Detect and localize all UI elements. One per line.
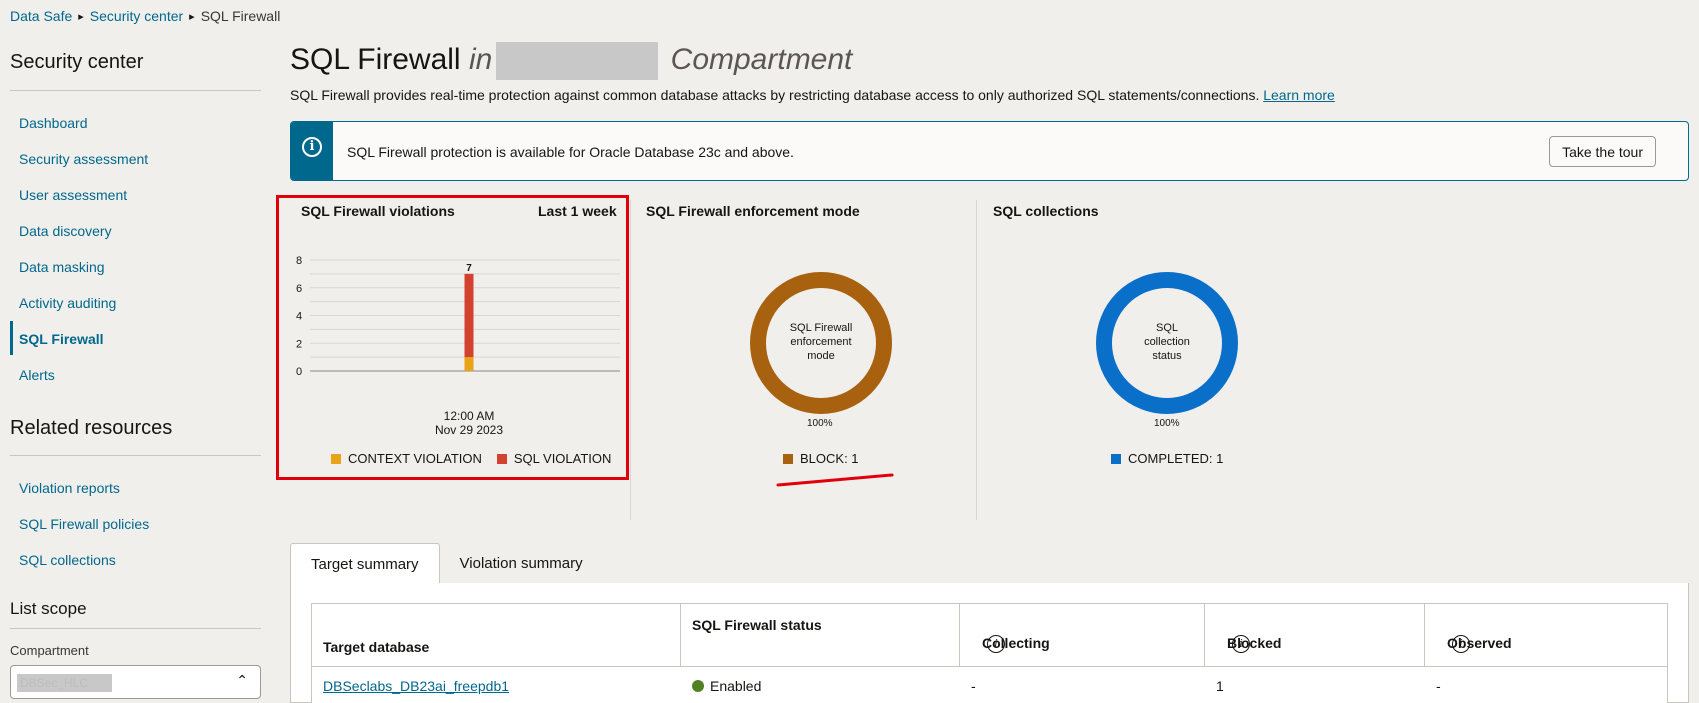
enforcement-donut: SQL Firewall enforcement mode [750, 272, 892, 414]
sidebar-item-sql-firewall[interactable]: SQL Firewall [19, 331, 104, 347]
y-tick-label: 2 [296, 338, 302, 350]
target-summary-table: Target database SQL Firewall status Coll… [311, 603, 1668, 703]
y-tick-label: 4 [296, 311, 302, 323]
y-tick-label: 0 [296, 366, 302, 378]
enforcement-percent: 100% [807, 418, 833, 429]
enforcement-center-line2: enforcement [790, 336, 851, 348]
context-violation-swatch [331, 453, 341, 464]
collections-legend: COMPLETED: 1 [1111, 451, 1223, 466]
legend-sql-violation: SQL VIOLATION [513, 451, 612, 466]
enforcement-widget-title: SQL Firewall enforcement mode [646, 203, 860, 219]
violations-widget-title: SQL Firewall violations [301, 203, 455, 219]
collections-center-line1: SQL [1156, 322, 1178, 334]
tab-violation-summary[interactable]: Violation summary [440, 543, 603, 583]
compartment-select-value: DBSec_HLC [17, 674, 112, 692]
info-icon[interactable]: i [1232, 635, 1250, 653]
list-scope-heading: List scope [10, 599, 87, 618]
header-divider [312, 666, 1667, 667]
column-header-blocked[interactable]: Blocked i [1205, 604, 1425, 666]
sidebar-item-sql-firewall-policies[interactable]: SQL Firewall policies [19, 516, 149, 532]
column-header-target-database[interactable]: Target database [312, 604, 681, 666]
redacted-compartment-name [496, 42, 659, 80]
sidebar-active-indicator [10, 321, 13, 355]
tab-target-summary[interactable]: Target summary [290, 543, 440, 583]
info-banner: i SQL Firewall protection is available f… [290, 121, 1689, 181]
sidebar-item-security-assessment[interactable]: Security assessment [19, 151, 148, 167]
legend-block: BLOCK: 1 [800, 451, 859, 466]
page-title-in: in [468, 42, 493, 76]
enforcement-legend: BLOCK: 1 [783, 451, 859, 466]
violations-chart: 7 0 2 4 6 8 12:00 AM Nov 29 2023 [296, 255, 620, 437]
completed-swatch [1111, 453, 1121, 464]
page-description-text: SQL Firewall provides real-time protecti… [290, 87, 1260, 103]
header-label: Target database [323, 639, 430, 655]
up-down-chevron-icon: ⌃ [236, 672, 248, 688]
sidebar-item-data-masking[interactable]: Data masking [19, 259, 105, 275]
target-database-link[interactable]: DBSeclabs_DB23ai_freepdb1 [323, 678, 509, 694]
collecting-value: - [971, 678, 976, 694]
legend-completed: COMPLETED: 1 [1128, 451, 1224, 466]
block-swatch [783, 453, 793, 464]
info-icon[interactable]: i [987, 635, 1005, 653]
collections-center-line3: status [1152, 350, 1182, 362]
info-icon: i [302, 137, 322, 157]
bar-segment-sql-violation[interactable] [464, 273, 474, 358]
blocked-value: 1 [1216, 678, 1224, 694]
page-title: SQL Firewall in Compartment [290, 42, 852, 80]
column-header-observed[interactable]: Observed i [1425, 604, 1668, 666]
info-banner-message: SQL Firewall protection is available for… [347, 144, 794, 160]
compartment-select[interactable]: DBSec_HLC ⌃ [10, 665, 261, 699]
collections-widget-title: SQL collections [993, 203, 1099, 219]
page-title-text: SQL Firewall [290, 42, 461, 76]
info-banner-strip: i [291, 122, 333, 180]
related-resources-heading: Related resources [10, 417, 173, 439]
bar-total-label: 7 [466, 263, 472, 274]
collections-percent: 100% [1154, 418, 1180, 429]
sidebar: Security center Dashboard Security asses… [0, 0, 262, 703]
page-description: SQL Firewall provides real-time protecti… [290, 87, 1335, 103]
sidebar-divider [10, 455, 261, 456]
sidebar-item-violation-reports[interactable]: Violation reports [19, 480, 120, 496]
sidebar-item-user-assessment[interactable]: User assessment [19, 187, 127, 203]
y-tick-label: 8 [296, 255, 302, 267]
y-tick-label: 6 [296, 283, 302, 295]
legend-context-violation: CONTEXT VIOLATION [348, 451, 482, 466]
bar-segment-context-violation[interactable] [464, 357, 474, 371]
sidebar-divider [10, 628, 261, 629]
sidebar-divider [10, 90, 261, 91]
page-title-compartment: Compartment [670, 42, 853, 76]
collections-center-line2: collection [1144, 336, 1190, 348]
x-axis-label-date: Nov 29 2023 [435, 423, 503, 437]
red-underline-annotation [776, 473, 894, 487]
violations-legend: CONTEXT VIOLATION SQL VIOLATION [331, 451, 611, 466]
learn-more-link[interactable]: Learn more [1263, 87, 1335, 103]
enforcement-center-line1: SQL Firewall [790, 322, 853, 334]
info-icon[interactable]: i [1452, 635, 1470, 653]
widget-divider [976, 200, 977, 520]
header-label: SQL Firewall status [692, 617, 822, 633]
enabled-status-dot-icon [692, 680, 704, 692]
widget-divider [630, 200, 631, 520]
status-value: Enabled [710, 678, 762, 694]
sql-violation-swatch [496, 453, 507, 464]
sidebar-heading: Security center [10, 51, 144, 73]
collections-donut: SQL collection status [1096, 272, 1238, 414]
column-header-sql-firewall-status[interactable]: SQL Firewall status [681, 604, 960, 666]
x-axis-label-time: 12:00 AM [444, 409, 495, 423]
summary-tabs: Target summary Violation summary [290, 543, 603, 583]
observed-value: - [1436, 678, 1441, 694]
compartment-label: Compartment [10, 643, 89, 658]
sidebar-item-activity-auditing[interactable]: Activity auditing [19, 295, 116, 311]
sidebar-item-data-discovery[interactable]: Data discovery [19, 223, 112, 239]
sidebar-item-sql-collections[interactable]: SQL collections [19, 552, 116, 568]
sidebar-item-alerts[interactable]: Alerts [19, 367, 55, 383]
violations-widget-period: Last 1 week [538, 203, 617, 219]
enforcement-center-line3: mode [807, 350, 835, 362]
column-header-collecting[interactable]: Collecting i [960, 604, 1205, 666]
sidebar-item-dashboard[interactable]: Dashboard [19, 115, 88, 131]
take-the-tour-button[interactable]: Take the tour [1549, 136, 1656, 167]
